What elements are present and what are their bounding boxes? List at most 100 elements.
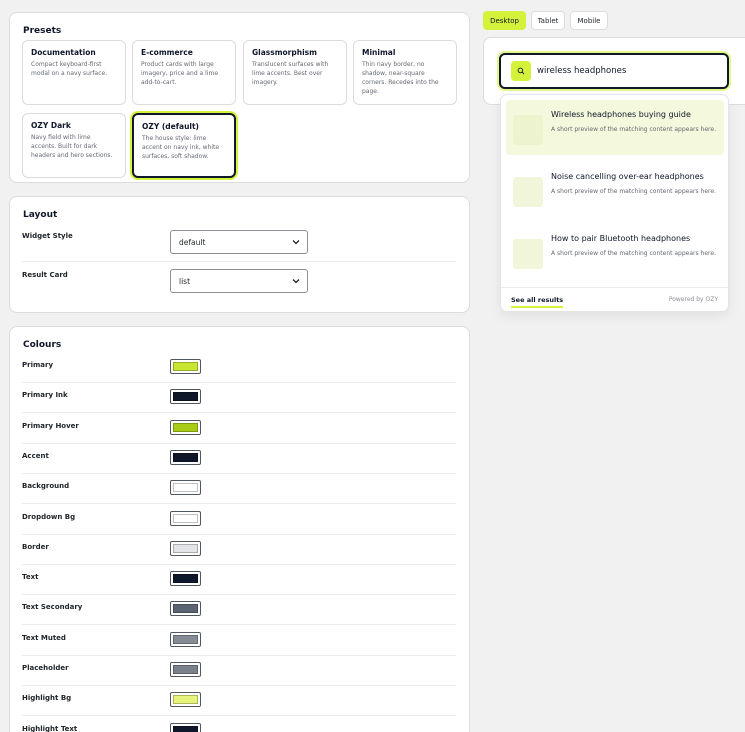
preset-desc: Navy field with lime accents. Built for … (31, 134, 113, 159)
preset-name: Minimal (362, 48, 396, 57)
result-title: Noise cancelling over-ear headphones (551, 172, 704, 181)
swatch-fill (173, 452, 198, 462)
search-box[interactable]: wireless headphones (499, 53, 729, 89)
preset-name: OZY (default) (142, 122, 199, 131)
widget-style-select[interactable]: default (170, 230, 308, 254)
preset-minimal[interactable]: Minimal Thin navy border, no shadow, nea… (353, 40, 457, 105)
search-results-dropdown: Wireless headphones buying guide A short… (500, 94, 729, 312)
colour-swatch[interactable] (170, 692, 201, 708)
colour-label: Border (22, 542, 49, 551)
swatch-fill (173, 362, 198, 371)
result-title: Wireless headphones buying guide (551, 110, 691, 119)
divider (22, 624, 456, 626)
swatch-fill (173, 483, 198, 493)
divider (22, 503, 456, 505)
divider (22, 715, 456, 717)
search-result[interactable]: Noise cancelling over-ear headphones A s… (506, 162, 724, 217)
divider (22, 563, 456, 565)
preset-name: E-commerce (141, 48, 193, 57)
search-icon (511, 61, 531, 81)
result-thumbnail (513, 115, 543, 145)
tab-tablet[interactable]: Tablet (531, 11, 565, 30)
layout-card: Layout Widget Style default Result Card … (9, 196, 470, 313)
swatch-fill (173, 574, 198, 584)
colour-swatch[interactable] (170, 359, 201, 374)
preset-desc: Translucent surfaces with lime accents. … (252, 61, 329, 86)
colour-label: Highlight Bg (22, 694, 72, 703)
colour-swatch[interactable] (170, 571, 201, 587)
colour-label: Primary Hover (22, 421, 79, 430)
widget-style-value: default (179, 238, 206, 247)
colour-label: Primary Ink (22, 391, 68, 400)
powered-by-label: Powered by OZY (668, 296, 718, 303)
colour-label: Text (22, 573, 39, 582)
preset-name: Glassmorphism (252, 48, 317, 57)
colour-swatch[interactable] (170, 722, 201, 732)
colour-label: Primary (22, 361, 54, 369)
tab-mobile[interactable]: Mobile (570, 11, 608, 30)
preset-ecommerce[interactable]: E-commerce Product cards with large imag… (132, 40, 236, 105)
layout-title: Layout (23, 210, 58, 220)
colour-swatch[interactable] (170, 389, 201, 405)
swatch-fill (173, 634, 198, 644)
preset-ozy-default[interactable]: OZY (default) The house style: lime acce… (132, 113, 236, 178)
divider (22, 654, 456, 656)
colour-label: Text Secondary (22, 603, 83, 612)
result-card-select[interactable]: list (170, 269, 308, 293)
preset-desc: The house style: lime accent on navy ink… (142, 135, 220, 160)
colour-label: Text Muted (22, 633, 66, 642)
search-query: wireless headphones (537, 66, 627, 76)
result-card-label: Result Card (22, 271, 68, 279)
chevron-down-icon (292, 240, 300, 245)
swatch-fill (173, 392, 198, 402)
colour-swatch[interactable] (170, 540, 201, 556)
colours-card: Colours Primary Primary Ink Primary Hover A… (9, 326, 470, 732)
result-thumbnail (513, 177, 543, 207)
colour-swatch[interactable] (170, 449, 201, 465)
colour-swatch[interactable] (170, 480, 201, 496)
result-desc: A short preview of the matching content … (551, 188, 716, 195)
search-result[interactable]: How to pair Bluetooth headphones A short… (506, 224, 724, 279)
preset-glassmorphism[interactable]: Glassmorphism Translucent surfaces with … (243, 40, 347, 105)
colour-swatch[interactable] (170, 631, 201, 647)
preset-documentation[interactable]: Documentation Compact keyboard-first mod… (22, 40, 126, 105)
preset-desc: Compact keyboard-first modal on a navy s… (31, 61, 108, 77)
colour-label: Dropdown Bg (22, 512, 76, 521)
divider (22, 533, 456, 535)
colour-swatch[interactable] (170, 662, 201, 677)
preset-name: OZY Dark (31, 121, 71, 130)
swatch-fill (173, 543, 198, 553)
result-desc: A short preview of the matching content … (551, 250, 716, 257)
colour-label: Background (22, 482, 70, 491)
see-all-results-link[interactable]: See all results (511, 296, 564, 308)
colour-swatch[interactable] (170, 419, 201, 435)
colour-swatch[interactable] (170, 601, 201, 617)
divider (22, 261, 456, 262)
swatch-fill (173, 422, 198, 432)
chevron-down-icon (292, 279, 300, 284)
divider (22, 382, 456, 383)
swatch-fill (173, 665, 198, 674)
divider (22, 442, 456, 444)
divider (22, 472, 456, 474)
swatch-fill (173, 513, 198, 523)
search-result[interactable]: Wireless headphones buying guide A short… (506, 100, 724, 155)
divider (22, 685, 456, 686)
result-title: How to pair Bluetooth headphones (551, 234, 691, 243)
result-desc: A short preview of the matching content … (551, 126, 716, 133)
tab-desktop[interactable]: Desktop (483, 11, 526, 30)
preset-desc: Thin navy border, no shadow, near-square… (362, 61, 439, 95)
colours-title: Colours (23, 340, 62, 350)
result-thumbnail (513, 239, 543, 269)
colour-label: Highlight Text (22, 724, 78, 732)
preset-desc: Product cards with large imagery, price … (141, 61, 219, 86)
result-card-value: list (179, 277, 191, 286)
colour-swatch[interactable] (170, 510, 201, 526)
divider (22, 412, 456, 414)
swatch-fill (173, 725, 198, 732)
preset-name: Documentation (31, 48, 96, 57)
colour-label: Accent (22, 451, 49, 460)
presets-card: Presets Documentation Compact keyboard-f… (9, 12, 470, 183)
divider (501, 287, 728, 288)
preset-ozy-dark[interactable]: OZY Dark Navy field with lime accents. B… (22, 113, 126, 178)
